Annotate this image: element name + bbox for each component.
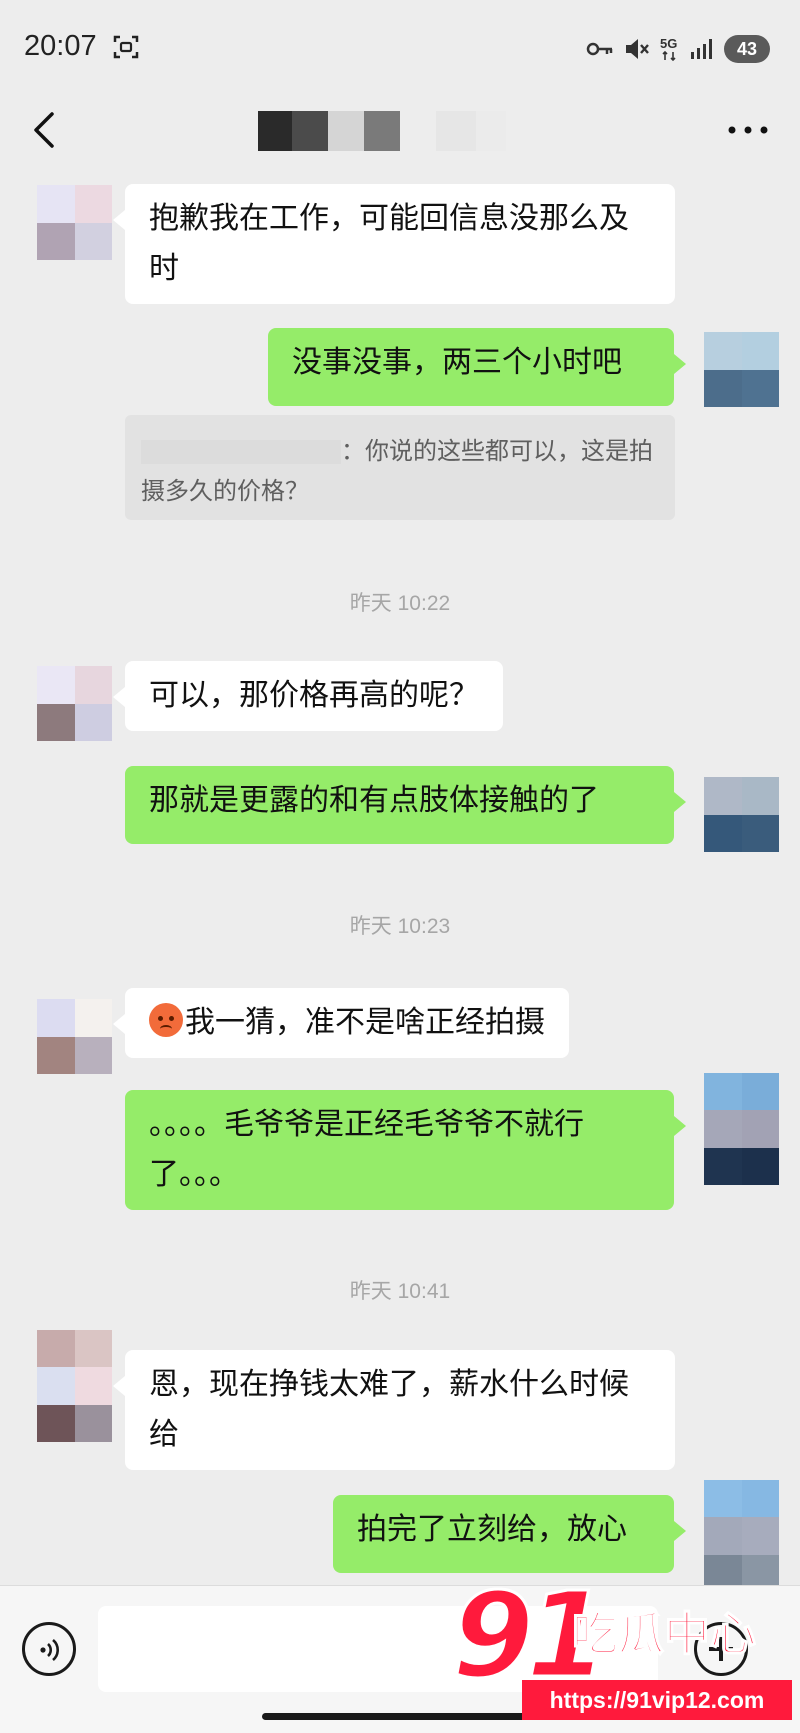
contact-avatar[interactable] — [37, 999, 112, 1074]
watermark-url: https://91vip12.com — [522, 1680, 792, 1720]
watermark-name: 吃瓜中心 — [571, 1606, 757, 1662]
status-icons: 5G 43 — [586, 34, 770, 64]
contact-avatar[interactable] — [37, 185, 112, 260]
message-bubble[interactable]: 拍完了立刻给，放心 — [333, 1495, 686, 1573]
message-bubble[interactable]: 没事没事，两三个小时吧 — [268, 328, 686, 406]
timestamp: 昨天 10:22 — [349, 592, 451, 615]
chat-screen: 20:07 5G 43 抱歉我在工作，可能回信息没那么及时 没事没事，两三个小时… — [0, 0, 800, 1733]
battery-icon: 43 — [724, 35, 770, 63]
message-bubble[interactable]: 抱歉我在工作，可能回信息没那么及时 — [113, 184, 675, 304]
status-bar: 20:07 5G 43 — [0, 0, 800, 95]
sweat-face-emoji-icon — [149, 1003, 183, 1037]
message-text: 我一猜，准不是啥正经拍摄 — [185, 1005, 545, 1040]
5g-icon: 5G — [660, 36, 677, 62]
voice-icon[interactable] — [22, 1622, 76, 1676]
message-bubble[interactable]: 那就是更露的和有点肢体接触的了 — [125, 766, 686, 844]
mute-icon — [626, 39, 649, 59]
key-icon — [586, 42, 613, 56]
message-bubble[interactable]: 恩，现在挣钱太难了，薪水什么时候给 — [113, 1350, 675, 1470]
screen-record-icon — [113, 35, 139, 59]
message-bubble[interactable]: 可以，那价格再高的呢？ — [113, 661, 503, 731]
quoted-message[interactable]: ：你说的这些都可以，这是拍摄多久的价格？ — [125, 415, 675, 520]
my-avatar[interactable] — [704, 332, 779, 407]
message-bubble[interactable]: 。。。。毛爷爷是正经毛爷爷不就行了。。。 — [125, 1090, 686, 1210]
message-bubble[interactable]: 我一猜，准不是啥正经拍摄 — [113, 988, 569, 1058]
more-dots-icon[interactable] — [726, 117, 770, 143]
my-avatar[interactable] — [704, 1073, 779, 1185]
contact-avatar[interactable] — [37, 1330, 112, 1442]
contact-name-redacted — [258, 111, 506, 151]
status-time: 20:07 — [24, 30, 97, 62]
timestamp: 昨天 10:23 — [349, 915, 451, 938]
signal-icon — [691, 39, 712, 59]
quoted-sender-redacted — [141, 440, 341, 464]
my-avatar[interactable] — [704, 777, 779, 852]
svg-text:5G: 5G — [660, 36, 677, 51]
contact-avatar[interactable] — [37, 666, 112, 741]
site-watermark: 91 吃瓜中心 https://91vip12.com — [450, 1569, 800, 1733]
timestamp: 昨天 10:41 — [349, 1280, 451, 1303]
back-chevron-icon[interactable] — [26, 108, 66, 152]
chat-header — [0, 95, 800, 165]
